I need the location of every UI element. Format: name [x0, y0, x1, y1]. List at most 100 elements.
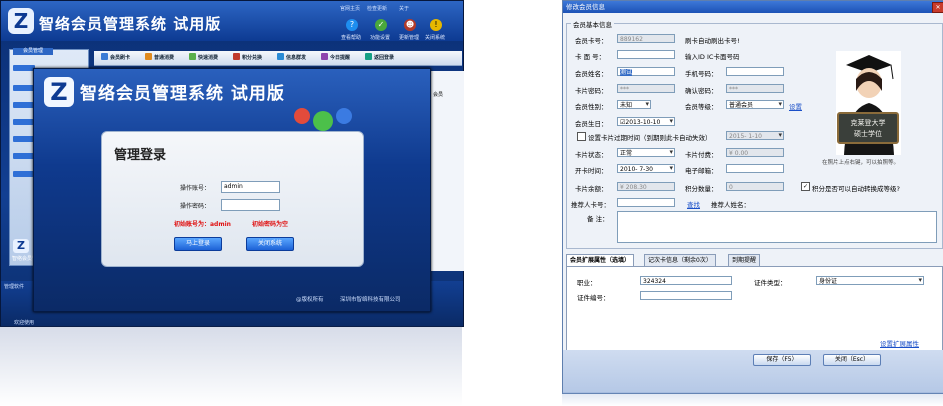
toolbar-points-button[interactable]: 积分兑换 [230, 53, 265, 63]
password-input[interactable] [221, 199, 280, 211]
reflection [0, 326, 462, 406]
close-button[interactable]: 关闭（Esc） [823, 354, 881, 366]
gender-select[interactable]: 未知 [617, 100, 651, 109]
name-field[interactable]: 测试 [617, 67, 675, 76]
expire-date-picker[interactable]: 2015- 1-10 [726, 131, 784, 140]
open-time-picker[interactable]: 2010- 7-30 [617, 164, 675, 173]
top-link-homepage[interactable]: 官网主页 [340, 5, 360, 12]
hint-password: 初始密码为空 [252, 221, 289, 228]
app-logo-icon: Z [8, 8, 34, 34]
fee-field[interactable]: ¥ 0.00 [726, 148, 784, 157]
open-time-label: 开卡时间： [575, 167, 608, 175]
notes-label: 备 注： [587, 215, 609, 223]
toolbar-remind-button[interactable]: 今日提醒 [318, 53, 353, 63]
member-dialog: 修改会员信息 ✕ 会员基本信息 会员卡号： 889162 刷卡自动刷出卡号! 卡… [562, 0, 943, 394]
member-dialog-title: 修改会员信息 [563, 1, 943, 13]
card-status-select[interactable]: 正常 [617, 148, 675, 157]
id-no-field[interactable] [640, 291, 732, 300]
referrer-label: 推荐人卡号： [571, 201, 610, 209]
card-status-label: 卡片状态： [575, 151, 608, 159]
expire-label: 设置卡片过期时间（到期则此卡自动失效） [588, 134, 712, 142]
member-photo[interactable]: 克莱登大学 硕士学位 [836, 51, 901, 155]
close-icon[interactable]: ✕ [932, 2, 943, 13]
help-icon[interactable]: ? [346, 19, 358, 31]
pwd-field[interactable]: *** [617, 84, 675, 93]
job-label: 职业： [577, 279, 597, 287]
job-field[interactable]: 324324 [640, 276, 732, 285]
name-label: 会员姓名： [575, 70, 608, 78]
referrer-field[interactable] [617, 198, 675, 207]
top-link-about[interactable]: 关于 [399, 5, 409, 12]
confirm-field[interactable]: *** [726, 84, 784, 93]
level-select[interactable]: 普通会员 [726, 100, 784, 109]
reflection-right [562, 392, 943, 406]
top-label-update: 更新管理 [399, 35, 420, 41]
notes-textarea[interactable] [617, 211, 937, 243]
balance-field[interactable]: ¥ 208.30 [617, 182, 675, 191]
main-right-panel: 会员 [429, 71, 464, 271]
sidebar-item[interactable] [13, 136, 35, 142]
birthday-picker[interactable]: ☑2013-10-10 [617, 117, 675, 126]
gender-label: 会员性别： [575, 103, 608, 111]
photo-board-line2: 硕士学位 [854, 129, 882, 138]
sidebar-item[interactable] [13, 65, 35, 71]
referrer-lookup-link[interactable]: 查找 [687, 199, 700, 209]
toolbar-sms-button[interactable]: 信息群发 [274, 53, 309, 63]
auto-points-checkbox[interactable]: ✓ [801, 182, 810, 191]
login-heading: 管理登录 [114, 148, 167, 163]
confirm-label: 确认密码： [685, 87, 718, 95]
toolbar-relogin-button[interactable]: 返回登录 [362, 53, 397, 63]
toolbar-consume-button[interactable]: 普通消费 [142, 53, 177, 63]
account-label: 操作账号： [180, 185, 211, 192]
sidebar-item[interactable] [13, 102, 35, 108]
top-link-update[interactable]: 检查更新 [367, 5, 387, 12]
save-button[interactable]: 保存（F5） [753, 354, 811, 366]
card-no-field[interactable]: 889162 [617, 34, 675, 43]
email-field[interactable] [726, 164, 784, 173]
warning-icon[interactable]: ! [430, 19, 442, 31]
toolbar-swipe-button[interactable]: 会员刷卡 [98, 53, 133, 63]
sidebar-item[interactable] [13, 153, 35, 159]
hint-account: 初始账号为：admin [174, 221, 231, 228]
phone-label: 手机号码： [685, 70, 718, 78]
id-type-label: 证件类型： [754, 279, 787, 287]
toolbar-label: 返回登录 [374, 55, 395, 61]
expire-checkbox[interactable] [577, 132, 586, 141]
level-setting-link[interactable]: 设置 [789, 101, 802, 111]
phone-field[interactable] [726, 67, 784, 76]
toolbar-label: 今日提醒 [330, 55, 351, 61]
birthday-value: 2013-10-10 [625, 119, 661, 126]
account-input[interactable]: admin [221, 181, 280, 193]
sidebar-item[interactable] [13, 85, 35, 91]
id-no-label: 证件编号： [577, 294, 610, 302]
toolbar-quick-button[interactable]: 快速消费 [186, 53, 221, 63]
login-title: 智络会员管理系统 试用版 [80, 79, 285, 104]
swipe-hint: 刷卡自动刷出卡号! [685, 37, 740, 45]
tab-panel: 职业： 324324 证件类型： 身份证 证件编号： 设置扩展属性 [566, 266, 943, 351]
tab-bar: 会员扩展属性（选填） 记次卡信息（剩余0次） 到期提醒 [566, 254, 941, 267]
side-logo-icon: Z [13, 239, 29, 253]
extend-setting-link[interactable]: 设置扩展属性 [880, 338, 919, 348]
birthday-label: 会员生日： [575, 120, 608, 128]
login-edition: 试用版 [230, 84, 285, 104]
face-hint: 输入ID IC卡面号码 [685, 53, 740, 61]
group-title: 会员基本信息 [571, 19, 614, 29]
close-system-button[interactable]: 关闭系统 [246, 237, 294, 251]
id-type-select[interactable]: 身份证 [816, 276, 924, 285]
login-logo-icon: Z [44, 77, 74, 107]
level-label: 会员等级： [685, 103, 718, 111]
toolbar-label: 快速消费 [198, 55, 219, 61]
photo-caption: 在照片上点右键，可以拍照等。 [822, 160, 900, 166]
login-button[interactable]: 马上登录 [174, 237, 222, 251]
sidebar-header[interactable]: 会员管理 [13, 48, 53, 55]
settings-icon[interactable]: ✓ [375, 19, 387, 31]
points-field[interactable]: 0 [726, 182, 784, 191]
balance-label: 卡片余额： [575, 185, 608, 193]
face-no-field[interactable] [617, 50, 675, 59]
main-edition-label: 试用版 [173, 15, 222, 33]
company-text: 深圳市智络科技有限公司 [340, 297, 401, 303]
user-icon[interactable]: ☻ [404, 19, 416, 31]
sidebar-item[interactable] [13, 171, 35, 177]
top-label-help: 查看帮助 [341, 35, 362, 41]
sidebar-item[interactable] [13, 119, 35, 125]
